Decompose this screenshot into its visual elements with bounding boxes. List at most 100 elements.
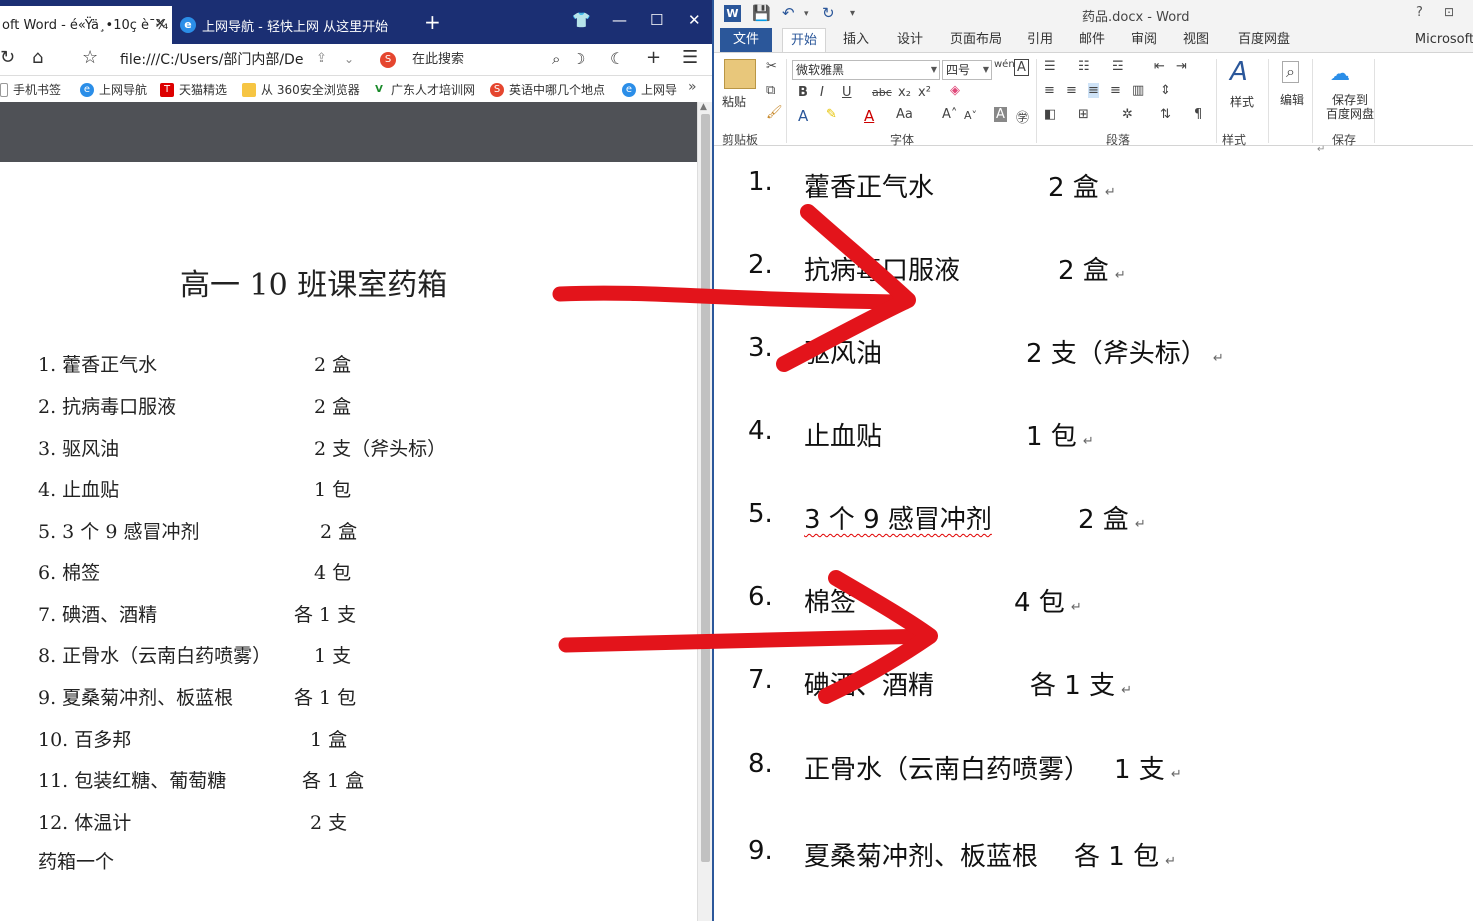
- find-icon[interactable]: ⌕: [1282, 61, 1299, 83]
- close-window-icon[interactable]: ✕: [688, 11, 701, 29]
- undo-icon[interactable]: ↶: [782, 4, 795, 22]
- distribute-icon[interactable]: ▥: [1132, 83, 1144, 98]
- bold-icon[interactable]: B: [798, 85, 808, 100]
- refresh-icon[interactable]: ↻: [0, 47, 15, 68]
- ribbon-display-icon[interactable]: ⊡: [1444, 5, 1454, 19]
- account-name[interactable]: Microsoft: [1414, 28, 1473, 52]
- item-quantity: 2 支: [310, 812, 348, 834]
- text-effects-icon[interactable]: A: [798, 107, 808, 125]
- cut-icon[interactable]: ✂: [766, 59, 777, 74]
- phonetic-guide-icon[interactable]: wén: [994, 59, 1015, 70]
- menu-icon[interactable]: ☰: [682, 47, 698, 68]
- bookmark-item[interactable]: V 广东人才培训网: [372, 81, 475, 98]
- tab-baidu-netdisk[interactable]: 百度网盘: [1232, 28, 1296, 52]
- bookmark-item[interactable]: 从 360安全浏览器: [242, 81, 360, 98]
- styles-button[interactable]: 样式: [1230, 93, 1254, 110]
- shading-icon[interactable]: ◧: [1044, 107, 1056, 122]
- close-icon[interactable]: ✕: [154, 16, 166, 32]
- paste-button[interactable]: 粘贴: [722, 93, 746, 110]
- night-mode-icon[interactable]: ☾: [610, 49, 624, 68]
- highlight-icon[interactable]: ✎: [826, 107, 837, 122]
- copy-icon[interactable]: ⧉: [766, 83, 775, 98]
- char-shading-icon[interactable]: A: [994, 107, 1007, 122]
- edit-button[interactable]: 编辑: [1280, 91, 1304, 108]
- add-icon[interactable]: +: [646, 47, 661, 68]
- bookmark-item[interactable]: T 天猫精选: [160, 81, 227, 98]
- clipboard-icon[interactable]: [724, 59, 756, 89]
- customize-icon[interactable]: ▾: [850, 8, 855, 19]
- strikethrough-icon[interactable]: abc: [872, 86, 892, 99]
- search-icon[interactable]: ⌕: [552, 50, 560, 68]
- minimize-icon[interactable]: —: [612, 11, 627, 29]
- clear-format-icon[interactable]: ◈: [950, 83, 960, 98]
- tab-insert[interactable]: 插入: [836, 28, 876, 52]
- help-icon[interactable]: ?: [1416, 5, 1423, 20]
- tab-view[interactable]: 视图: [1176, 28, 1216, 52]
- underline-icon[interactable]: U: [842, 85, 852, 100]
- format-painter-icon[interactable]: 🖌: [766, 105, 783, 120]
- italic-icon[interactable]: I: [820, 85, 824, 100]
- maximize-icon[interactable]: ☐: [650, 11, 663, 29]
- tab-layout[interactable]: 页面布局: [942, 28, 1010, 52]
- scroll-up-icon[interactable]: ▲: [700, 102, 707, 112]
- tab-home[interactable]: 开始: [782, 28, 826, 52]
- chevron-down-icon[interactable]: ▾: [804, 9, 809, 19]
- address-bar[interactable]: file:///C:/Users/部门内部/De: [108, 47, 366, 73]
- grow-font-icon[interactable]: A˄: [942, 107, 957, 122]
- scrollbar-thumb[interactable]: [701, 114, 710, 862]
- tab-file[interactable]: 文件: [720, 28, 772, 52]
- tab-design[interactable]: 设计: [890, 28, 930, 52]
- line-spacing-icon[interactable]: ⇕: [1160, 83, 1171, 98]
- styles-icon[interactable]: A: [1230, 57, 1248, 87]
- home-icon[interactable]: ⌂: [32, 47, 43, 68]
- bookmark-item[interactable]: e 上网导: [622, 81, 677, 98]
- redo-icon[interactable]: ↻: [822, 4, 835, 22]
- show-marks-icon[interactable]: ¶: [1194, 107, 1202, 122]
- save-icon[interactable]: 💾: [752, 4, 771, 22]
- chevron-down-icon[interactable]: ⌄: [344, 52, 354, 66]
- bookmark-item[interactable]: S 英语中哪几个地点: [490, 81, 605, 98]
- browser-tab-nav[interactable]: e 上网导航 - 轻快上网 从这里开始: [172, 6, 412, 44]
- bullets-icon[interactable]: ☰: [1044, 59, 1056, 74]
- tab-references[interactable]: 引用: [1020, 28, 1060, 52]
- font-name-select[interactable]: 微软雅黑 ▼: [792, 60, 940, 80]
- save-to-baidu-button[interactable]: 保存到 百度网盘: [1326, 93, 1374, 121]
- item-name: 驱风油: [804, 339, 883, 369]
- superscript-icon[interactable]: x²: [918, 85, 931, 100]
- numbering-icon[interactable]: ☷: [1078, 59, 1090, 74]
- decrease-indent-icon[interactable]: ⇤: [1154, 59, 1165, 74]
- enclose-char-icon[interactable]: ㊫: [1016, 107, 1029, 126]
- font-color-icon[interactable]: A: [864, 107, 874, 125]
- mouse-gesture-icon[interactable]: ☽: [572, 50, 585, 68]
- browser-tab-word-doc[interactable]: oft Word - é«Ÿä¸•10ç­ è¯¾ ✕: [0, 6, 172, 44]
- chinese-layout-icon[interactable]: ✲: [1122, 107, 1133, 122]
- multilevel-list-icon[interactable]: ☲: [1112, 59, 1124, 74]
- baidu-netdisk-icon[interactable]: ☁: [1330, 61, 1350, 85]
- change-case-icon[interactable]: Aa: [896, 107, 913, 122]
- sort-icon[interactable]: ⇅: [1160, 107, 1171, 122]
- align-right-icon[interactable]: ≡: [1088, 83, 1099, 98]
- bookmark-item[interactable]: e 上网导航: [80, 81, 147, 98]
- search-box[interactable]: S 在此搜索: [376, 49, 576, 71]
- tab-mailings[interactable]: 邮件: [1072, 28, 1112, 52]
- font-size-select[interactable]: 四号 ▼: [942, 60, 992, 80]
- increase-indent-icon[interactable]: ⇥: [1176, 59, 1187, 74]
- char-border-icon[interactable]: A: [1014, 59, 1029, 76]
- bookmark-item[interactable]: 手机书签: [0, 81, 61, 98]
- shirt-icon[interactable]: 👕: [572, 11, 591, 29]
- item-quantity: 1 盒: [310, 729, 348, 751]
- align-center-icon[interactable]: ≡: [1066, 83, 1077, 98]
- new-tab-icon[interactable]: +: [424, 12, 441, 32]
- more-bookmarks-icon[interactable]: »: [688, 79, 697, 95]
- item-quantity: 4 包: [314, 562, 352, 584]
- tab-review[interactable]: 审阅: [1124, 28, 1164, 52]
- subscript-icon[interactable]: x₂: [898, 85, 911, 100]
- scrollbar[interactable]: ▲: [697, 102, 712, 921]
- align-left-icon[interactable]: ≡: [1044, 83, 1055, 98]
- justify-icon[interactable]: ≡: [1110, 83, 1121, 98]
- share-icon[interactable]: ⇪: [316, 51, 327, 66]
- shrink-font-icon[interactable]: A˅: [964, 109, 977, 122]
- borders-icon[interactable]: ⊞: [1078, 107, 1089, 122]
- item-number: 3.: [748, 333, 773, 363]
- star-icon[interactable]: ☆: [82, 47, 98, 68]
